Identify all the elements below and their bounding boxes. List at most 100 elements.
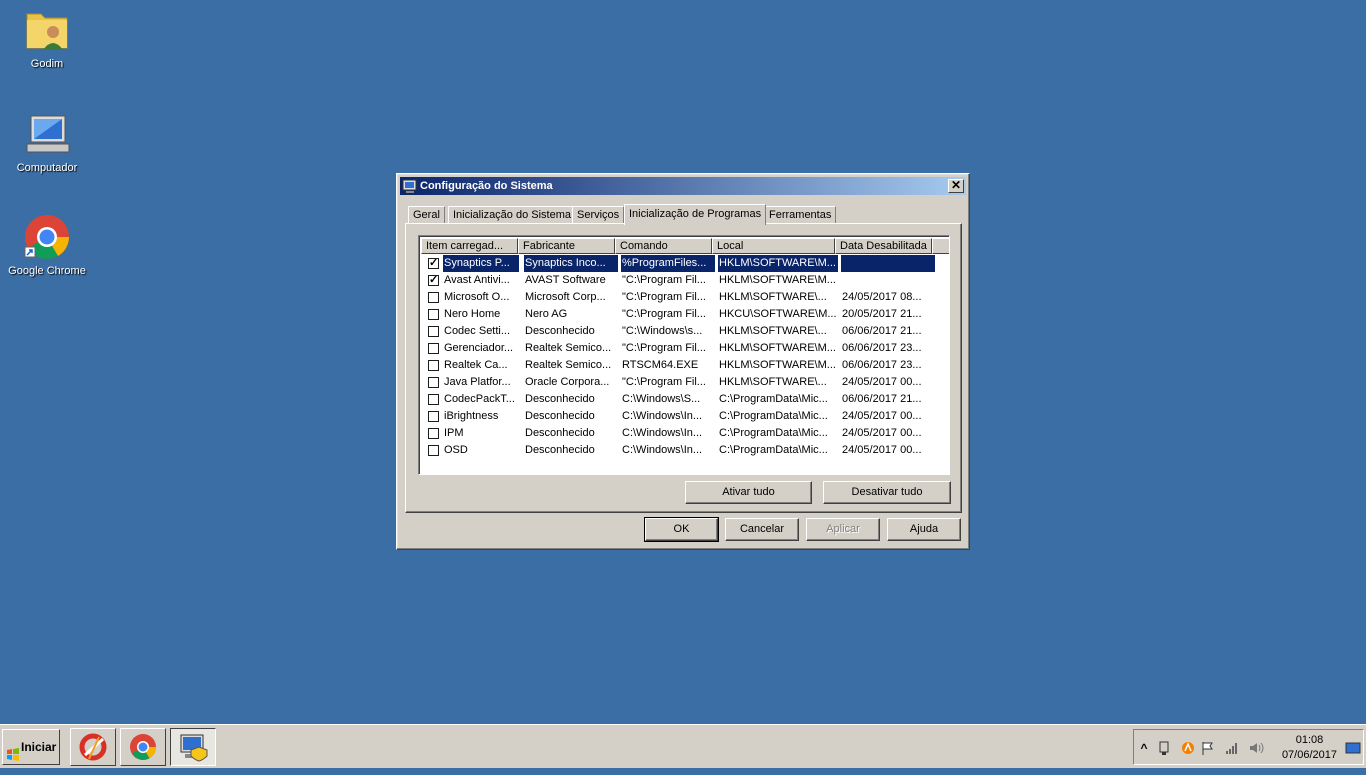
desktop-icon-label: Google Chrome <box>8 265 86 277</box>
taskbar-app-chrome[interactable] <box>120 728 166 766</box>
dialog-titlebar[interactable]: Configuração do Sistema ✕ <box>400 177 966 195</box>
help-button[interactable]: Ajuda <box>887 518 961 541</box>
startup-item-checkbox[interactable] <box>428 445 439 456</box>
volume-icon[interactable] <box>1248 740 1264 756</box>
startup-item-checkbox[interactable]: ✓ <box>428 257 439 269</box>
network-signal-icon[interactable] <box>1224 740 1240 756</box>
table-row[interactable]: OSD Desconhecido C:\Windows\In... C:\Progra… <box>421 442 947 459</box>
table-row[interactable]: Java Platfor... Oracle Corpora... "C:\Prog… <box>421 374 947 391</box>
cell-date: 24/05/2017 00... <box>842 427 922 439</box>
cell-maker: Oracle Corpora... <box>525 376 610 388</box>
cell-item: Realtek Ca... <box>444 359 508 371</box>
cell-location: HKLM\SOFTWARE\... <box>719 291 827 303</box>
cell-date: 20/05/2017 21... <box>842 308 922 320</box>
table-row[interactable]: IPM Desconhecido C:\Windows\In... C:\Progra… <box>421 425 947 442</box>
column-header-item[interactable]: Item carregad... <box>421 238 518 254</box>
desktop-icon-label: Computador <box>16 162 78 174</box>
table-row[interactable]: iBrightness Desconhecido C:\Windows\In... C… <box>421 408 947 425</box>
table-row[interactable]: CodecPackT... Desconhecido C:\Windows\S...… <box>421 391 947 408</box>
startup-item-checkbox[interactable] <box>428 343 439 354</box>
cell-command: RTSCM64.EXE <box>622 359 699 371</box>
disable-all-button[interactable]: Desativar tudo <box>823 481 951 504</box>
startup-items-list[interactable]: Item carregad... Fabricante Comando Loca… <box>418 235 950 475</box>
cell-command: "C:\Program Fil... <box>622 274 706 286</box>
cell-command: C:\Windows\In... <box>622 410 703 422</box>
startup-item-checkbox[interactable] <box>428 394 439 405</box>
cell-maker: Synaptics Inco... <box>524 255 618 272</box>
cell-item: iBrightness <box>444 410 499 422</box>
startup-item-checkbox[interactable] <box>428 326 439 337</box>
startup-item-checkbox[interactable] <box>428 411 439 422</box>
close-icon: ✕ <box>950 178 962 192</box>
tab-inicializacao-de-programas[interactable]: Inicialização de Programas <box>624 204 767 225</box>
close-button[interactable]: ✕ <box>948 179 964 193</box>
tab-inicializacao-do-sistema[interactable]: Inicialização do Sistema <box>448 206 577 224</box>
cell-item: Codec Setti... <box>444 325 511 337</box>
desktop-icon-google-chrome[interactable]: Google Chrome <box>2 213 92 277</box>
startup-item-checkbox[interactable] <box>428 428 439 439</box>
table-row[interactable]: Codec Setti... Desconhecido "C:\Windows\s.… <box>421 323 947 340</box>
cell-command: C:\Windows\S... <box>622 393 701 405</box>
show-hidden-icons-button[interactable]: ^ <box>1136 740 1152 756</box>
desktop-icon-godim[interactable]: Godim <box>2 6 92 70</box>
enable-all-button[interactable]: Ativar tudo <box>685 481 812 504</box>
cancel-button[interactable]: Cancelar <box>725 518 799 541</box>
cell-maker: Desconhecido <box>525 444 595 456</box>
ok-button[interactable]: OK <box>644 517 719 542</box>
avast-icon[interactable] <box>1180 740 1196 756</box>
cell-date: 06/06/2017 23... <box>842 359 922 371</box>
checkmark-icon: ✓ <box>429 257 439 269</box>
startup-item-checkbox[interactable] <box>428 309 439 320</box>
cell-date: 06/06/2017 23... <box>842 342 922 354</box>
list-header: Item carregad... Fabricante Comando Loca… <box>421 238 949 254</box>
cell-location: HKLM\SOFTWARE\M... <box>719 359 836 371</box>
apply-button[interactable]: Aplicar <box>806 518 880 541</box>
tab-servicos[interactable]: Serviços <box>572 206 625 224</box>
column-header-comando[interactable]: Comando <box>615 238 712 254</box>
column-header-local[interactable]: Local <box>712 238 835 254</box>
cell-maker: Desconhecido <box>525 410 595 422</box>
tab-geral[interactable]: Geral <box>408 206 445 224</box>
cell-command: C:\Windows\In... <box>622 427 703 439</box>
action-center-flag-icon[interactable] <box>1200 740 1216 756</box>
cell-item: Avast Antivi... <box>444 274 510 286</box>
cell-location: HKCU\SOFTWARE\M... <box>719 308 837 320</box>
taskbar-app-msconfig[interactable] <box>170 728 216 766</box>
clock[interactable]: 01:08 07/06/2017 <box>1282 733 1337 763</box>
dialog-title: Configuração do Sistema <box>420 180 553 192</box>
column-header-data-desabilitada[interactable]: Data Desabilitada <box>835 238 932 254</box>
cell-maker: Nero AG <box>525 308 568 320</box>
table-row[interactable]: Nero Home Nero AG "C:\Program Fil... HKCU\S… <box>421 306 947 323</box>
table-row[interactable]: Microsoft O... Microsoft Corp... "C:\Progr… <box>421 289 947 306</box>
startup-item-checkbox[interactable] <box>428 360 439 371</box>
table-row[interactable]: Realtek Ca... Realtek Semico... RTSCM64.EX… <box>421 357 947 374</box>
usb-device-icon[interactable] <box>1156 740 1172 756</box>
startup-item-checkbox[interactable] <box>428 377 439 388</box>
checkmark-icon: ✓ <box>429 274 439 286</box>
cell-command: "C:\Windows\s... <box>622 325 703 337</box>
cell-maker: AVAST Software <box>525 274 606 286</box>
computer-icon <box>23 110 71 158</box>
user-folder-icon <box>23 6 71 54</box>
cell-location: HKLM\SOFTWARE\... <box>719 325 827 337</box>
desktop-icon-computador[interactable]: Computador <box>2 110 92 174</box>
taskbar-app-ccleaner[interactable] <box>70 728 116 766</box>
table-row[interactable]: ✓ Synaptics P... Synaptics Inco... %Program… <box>421 255 947 272</box>
tab-ferramentas[interactable]: Ferramentas <box>764 206 837 224</box>
startup-item-checkbox[interactable] <box>428 292 439 303</box>
table-row[interactable]: Gerenciador... Realtek Semico... "C:\Progr… <box>421 340 947 357</box>
column-header-filler <box>932 238 949 254</box>
show-desktop-icon[interactable] <box>1345 740 1361 756</box>
startup-item-checkbox[interactable]: ✓ <box>428 274 439 286</box>
cell-maker: Desconhecido <box>525 427 595 439</box>
cell-location: HKLM\SOFTWARE\M... <box>719 274 836 286</box>
cell-item: OSD <box>444 444 468 456</box>
table-row[interactable]: ✓ Avast Antivi... AVAST Software "C:\Progra… <box>421 272 947 289</box>
start-button[interactable]: Iniciar <box>2 729 60 765</box>
taskbar: Iniciar ^ 01:08 07/06/2017 <box>0 724 1366 768</box>
chrome-icon <box>23 213 71 261</box>
cell-location: C:\ProgramData\Mic... <box>719 444 828 456</box>
msconfig-icon <box>180 734 208 762</box>
cell-item: Java Platfor... <box>444 376 511 388</box>
column-header-fabricante[interactable]: Fabricante <box>518 238 615 254</box>
